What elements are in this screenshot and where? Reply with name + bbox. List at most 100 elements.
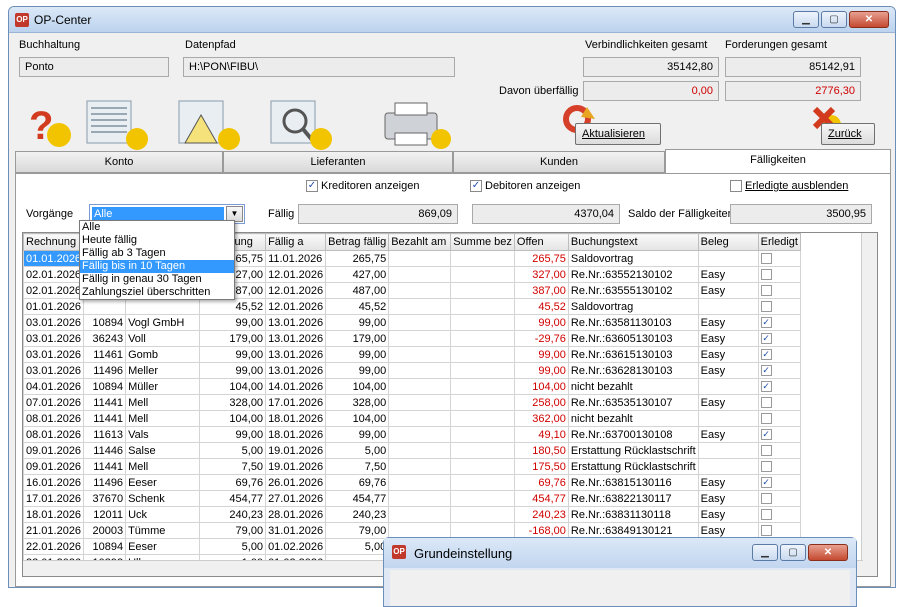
dropdown-option[interactable]: Heute fällig xyxy=(80,234,234,247)
table-cell: Saldovortrag xyxy=(567,298,699,315)
column-header[interactable]: Beleg xyxy=(697,233,759,251)
column-header[interactable]: Bezahlt am xyxy=(388,233,452,251)
erledigt-checkbox[interactable] xyxy=(760,301,772,313)
erledigt-checkbox[interactable]: ✓ xyxy=(760,317,772,329)
dialog-app-icon: OP xyxy=(392,545,406,559)
saldo-field: 3500,95 xyxy=(730,204,872,224)
table-cell: 99,00 xyxy=(513,346,569,363)
erledigt-checkbox[interactable] xyxy=(760,493,772,505)
erledigt-checkbox[interactable]: ✓ xyxy=(760,365,772,377)
erledigt-checkbox[interactable]: ✓ xyxy=(760,349,772,361)
dialog-close-button[interactable]: ✕ xyxy=(808,544,848,561)
table-row[interactable]: 08.01.2026 11613 Vals 99,00 18.01.2026 99,00 4… xyxy=(23,426,801,443)
erledigt-checkbox[interactable] xyxy=(760,461,772,473)
table-cell xyxy=(388,458,452,475)
vertical-scrollbar[interactable] xyxy=(861,233,877,576)
minimize-button[interactable]: ▁ xyxy=(793,11,819,28)
close-button[interactable]: ✕ xyxy=(849,11,889,28)
dropdown-option[interactable]: Fällig bis in 10 Tagen xyxy=(80,260,234,273)
buchhaltung-label: Buchhaltung xyxy=(19,39,81,51)
column-header[interactable]: Betrag fällig xyxy=(325,233,390,251)
tab-faelligkeiten[interactable]: Fälligkeiten xyxy=(665,149,891,173)
column-header[interactable]: Summe bez xyxy=(450,233,515,251)
table-cell: 09.01.2026 xyxy=(23,442,85,459)
ueberfaellig-ford-field: 2776,30 xyxy=(725,81,861,101)
erledigt-checkbox[interactable] xyxy=(760,397,772,409)
erledigt-checkbox[interactable] xyxy=(760,445,772,457)
table-cell xyxy=(697,442,759,459)
vorgaenge-dropdown-list[interactable]: Alle Heute fällig Fällig ab 3 Tagen Fällig … xyxy=(79,220,235,300)
table-cell: Vogl GmbH xyxy=(125,314,201,331)
aktualisieren-button[interactable]: Aktualisieren xyxy=(575,123,661,145)
table-cell: 5,00 xyxy=(325,442,390,459)
zurueck-button[interactable]: Zurück xyxy=(821,123,875,145)
table-cell: 09.01.2026 xyxy=(23,458,85,475)
dropdown-option[interactable]: Alle xyxy=(80,221,234,234)
table-cell: 21.01.2026 xyxy=(23,522,85,539)
table-row[interactable]: 07.01.2026 11441 Mell 328,00 17.01.2026 328,0… xyxy=(23,394,801,411)
datenpfad-label: Datenpfad xyxy=(185,39,236,51)
kreditoren-checkbox[interactable]: ✓ Kreditoren anzeigen xyxy=(306,180,419,192)
table-cell xyxy=(757,442,801,459)
maximize-button[interactable]: ▢ xyxy=(821,11,847,28)
table-cell xyxy=(450,458,515,475)
help-icon[interactable]: ? xyxy=(23,97,73,149)
erledigt-checkbox[interactable] xyxy=(760,285,772,297)
tab-konto[interactable]: Konto xyxy=(15,151,223,173)
recycle-document-icon[interactable] xyxy=(171,99,241,151)
erledigt-checkbox[interactable]: ✓ xyxy=(760,429,772,441)
column-header[interactable]: Erledigt xyxy=(757,233,801,251)
table-cell: 99,00 xyxy=(513,314,569,331)
tab-lieferanten[interactable]: Lieferanten xyxy=(223,151,453,173)
erledigt-checkbox[interactable] xyxy=(760,269,772,281)
column-header[interactable]: Offen xyxy=(513,233,569,251)
erledigt-checkbox[interactable] xyxy=(760,509,772,521)
erledigt-checkbox[interactable] xyxy=(760,253,772,265)
table-row[interactable]: 09.01.2026 11446 Salse 5,00 19.01.2026 5,00 18… xyxy=(23,442,801,459)
table-row[interactable]: 03.01.2026 36243 Voll 179,00 13.01.2026 179,0… xyxy=(23,330,801,347)
table-cell xyxy=(450,346,515,363)
table-row[interactable]: 03.01.2026 11496 Meller 99,00 13.01.2026 99,0… xyxy=(23,362,801,379)
column-header[interactable]: Fällig a xyxy=(265,233,327,251)
dialog-maximize-button[interactable]: ▢ xyxy=(780,544,806,561)
table-cell: 11496 xyxy=(83,362,127,379)
erledigt-checkbox[interactable] xyxy=(760,525,772,537)
table-row[interactable]: 03.01.2026 11461 Gomb 99,00 13.01.2026 99,00 9… xyxy=(23,346,801,363)
table-row[interactable]: 01.01.2026 45,52 12.01.2026 45,52 45,52 Saldo… xyxy=(23,298,801,315)
column-header[interactable]: Rechnung xyxy=(23,233,85,251)
table-cell: Easy xyxy=(697,266,759,283)
spreadsheet-icon[interactable] xyxy=(79,99,149,151)
table-cell: 258,00 xyxy=(513,394,569,411)
table-cell: 49,10 xyxy=(513,426,569,443)
erledigt-checkbox[interactable]: ✓ xyxy=(760,477,772,489)
debitoren-checkbox[interactable]: ✓ Debitoren anzeigen xyxy=(470,180,580,192)
table-cell: 17.01.2026 xyxy=(265,394,327,411)
tab-kunden[interactable]: Kunden xyxy=(453,151,665,173)
erledigt-checkbox[interactable]: ✓ xyxy=(760,381,772,393)
table-row[interactable]: 09.01.2026 11441 Mell 7,50 19.01.2026 7,50 175… xyxy=(23,458,801,475)
table-row[interactable]: 03.01.2026 10894 Vogl GmbH 99,00 13.01.2026 9… xyxy=(23,314,801,331)
dropdown-option[interactable]: Zahlungsziel überschritten xyxy=(80,286,234,299)
table-cell: 01.01.2026 xyxy=(23,250,85,267)
vorgaenge-value: Alle xyxy=(92,207,224,221)
dropdown-option[interactable]: Fällig in genau 30 Tagen xyxy=(80,273,234,286)
table-cell: ✓ xyxy=(757,362,801,379)
erledigte-checkbox[interactable]: Erledigte ausblenden xyxy=(730,180,848,192)
erledigt-checkbox[interactable] xyxy=(760,413,772,425)
search-document-icon[interactable] xyxy=(263,99,333,151)
table-cell: 03.01.2026 xyxy=(23,314,85,331)
printer-icon[interactable] xyxy=(381,99,451,151)
table-row[interactable]: 17.01.2026 37670 Schenk 454,77 27.01.2026 454… xyxy=(23,490,801,507)
table-cell: 36243 xyxy=(83,330,127,347)
dropdown-option[interactable]: Fällig ab 3 Tagen xyxy=(80,247,234,260)
table-cell xyxy=(450,330,515,347)
erledigt-checkbox[interactable]: ✓ xyxy=(760,333,772,345)
table-row[interactable]: 04.01.2026 10894 Müller 104,00 14.01.2026 104… xyxy=(23,378,801,395)
table-row[interactable]: 08.01.2026 11441 Mell 104,00 18.01.2026 104,0… xyxy=(23,410,801,427)
table-cell: 10894 xyxy=(83,314,127,331)
dialog-minimize-button[interactable]: ▁ xyxy=(752,544,778,561)
column-header[interactable]: Buchungstext xyxy=(567,233,699,251)
table-row[interactable]: 16.01.2026 11496 Eeser 69,76 26.01.2026 69,76… xyxy=(23,474,801,491)
table-cell: 45,52 xyxy=(513,298,569,315)
table-row[interactable]: 18.01.2026 12011 Uck 240,23 28.01.2026 240,23… xyxy=(23,506,801,523)
